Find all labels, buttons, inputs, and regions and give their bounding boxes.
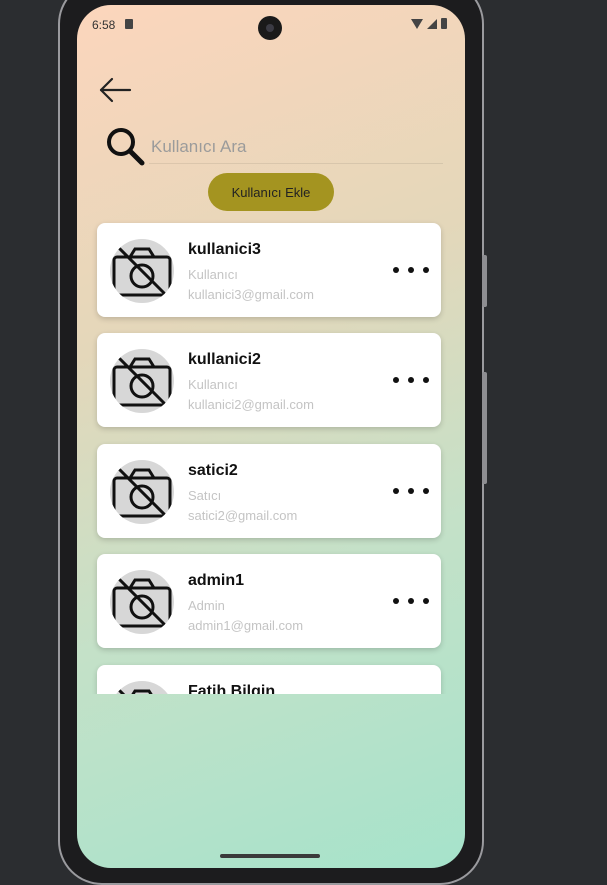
user-avatar xyxy=(110,681,174,694)
user-email: kullanici3@gmail.com xyxy=(188,287,314,302)
more-horizontal-icon xyxy=(393,377,399,383)
more-horizontal-icon xyxy=(393,267,399,273)
search-input[interactable] xyxy=(149,131,443,164)
user-email: kullanici2@gmail.com xyxy=(188,397,314,412)
sd-card-icon xyxy=(125,19,133,29)
more-options-button[interactable] xyxy=(393,371,429,389)
user-avatar xyxy=(110,460,174,524)
more-options-button[interactable] xyxy=(393,261,429,279)
user-list[interactable]: kullanici3 Kullanıcı kullanici3@gmail.co… xyxy=(77,217,465,694)
back-button[interactable] xyxy=(97,75,133,105)
no-photo-icon xyxy=(112,241,172,301)
user-avatar xyxy=(110,239,174,303)
user-name: Fatih Bilgin xyxy=(188,683,276,694)
user-email: satici2@gmail.com xyxy=(188,508,298,523)
arrow-left-icon xyxy=(99,77,132,103)
user-email: admin1@gmail.com xyxy=(188,618,304,633)
user-name: kullanici2 xyxy=(188,351,261,368)
no-photo-icon xyxy=(112,462,172,522)
front-camera xyxy=(258,16,282,40)
user-role: Kullanıcı xyxy=(188,267,238,282)
battery-icon xyxy=(441,18,447,29)
home-indicator[interactable] xyxy=(220,854,320,858)
no-photo-icon xyxy=(112,351,172,411)
user-card[interactable]: satici2 Satıcı satici2@gmail.com xyxy=(97,444,441,538)
search-icon xyxy=(107,128,145,166)
app-screen: 6:58 Kullanıcı Ekle xyxy=(77,5,465,868)
user-name: kullanici3 xyxy=(188,241,261,258)
user-card[interactable]: Fatih Bilgin xyxy=(97,665,441,694)
user-name: satici2 xyxy=(188,462,238,479)
user-avatar xyxy=(110,570,174,634)
search-bar xyxy=(104,125,443,166)
more-horizontal-icon xyxy=(393,598,399,604)
status-time: 6:58 xyxy=(92,18,116,32)
user-card[interactable]: kullanici2 Kullanıcı kullanici2@gmail.co… xyxy=(97,333,441,427)
no-photo-icon xyxy=(112,683,153,694)
volume-button xyxy=(482,255,487,307)
wifi-icon xyxy=(411,18,423,29)
user-card[interactable]: admin1 Admin admin1@gmail.com xyxy=(97,554,441,648)
more-options-button[interactable] xyxy=(393,592,429,610)
more-options-button[interactable] xyxy=(393,482,429,500)
user-card[interactable]: kullanici3 Kullanıcı kullanici3@gmail.co… xyxy=(97,223,441,317)
user-role: Satıcı xyxy=(188,488,222,503)
signal-icon xyxy=(427,18,437,29)
status-bar: 6:58 xyxy=(77,5,465,45)
power-button xyxy=(482,372,487,484)
user-avatar xyxy=(110,349,174,413)
status-icons xyxy=(411,18,447,29)
user-name: admin1 xyxy=(188,572,245,589)
more-horizontal-icon xyxy=(393,488,399,494)
no-photo-icon xyxy=(112,572,172,632)
user-role: Admin xyxy=(188,598,225,613)
user-role: Kullanıcı xyxy=(188,377,238,392)
add-user-button[interactable]: Kullanıcı Ekle xyxy=(208,173,334,211)
